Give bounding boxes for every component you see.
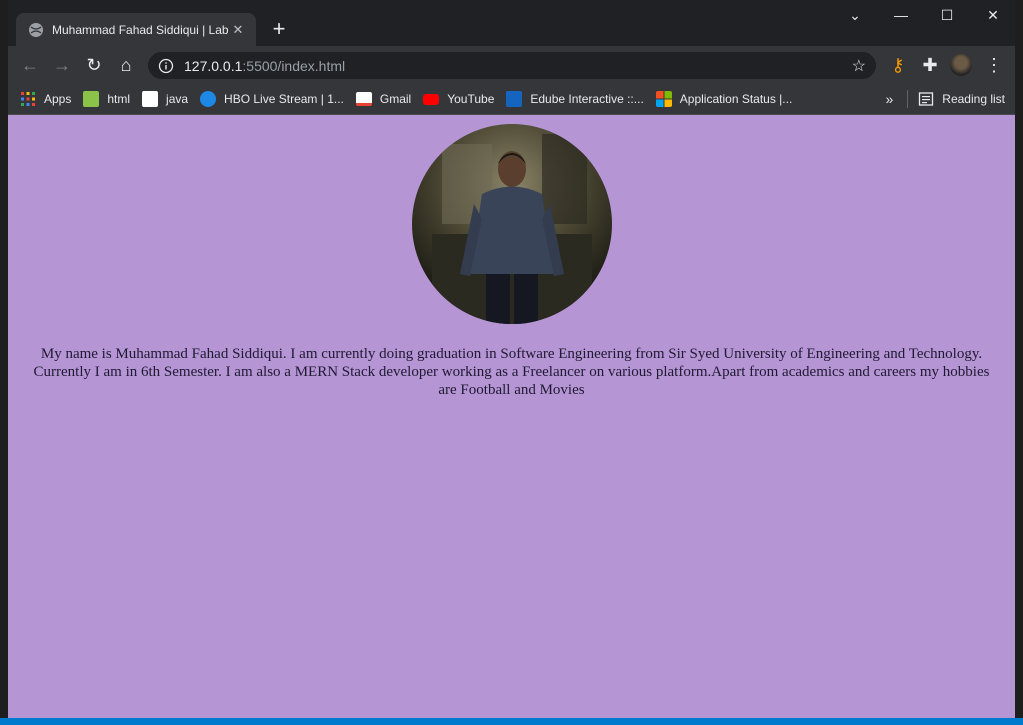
profile-avatar[interactable] <box>950 54 972 76</box>
address-url: 127.0.0.1:5500/index.html <box>184 58 345 74</box>
bio-text: My name is Muhammad Fahad Siddiqui. I am… <box>33 346 990 398</box>
editor-status-bar <box>0 718 1023 725</box>
youtube-icon <box>423 93 440 105</box>
bookmark-label: YouTube <box>447 92 495 106</box>
bookmarks-right: » Reading list <box>886 84 1005 114</box>
tab-close-icon[interactable]: ✕ <box>230 22 246 38</box>
bookmark-hbo[interactable]: HBO Live Stream | 1... <box>200 91 344 107</box>
bookmarks-bar: Apps html java HBO Live Stream | 1... Gm… <box>8 84 1015 115</box>
home-icon[interactable]: ⌂ <box>112 51 140 79</box>
bookmark-label: java <box>166 92 189 106</box>
profile-photo <box>412 124 612 324</box>
bookmark-label: Edube Interactive ::... <box>530 92 644 106</box>
minimize-button[interactable]: — <box>878 0 924 30</box>
address-bar[interactable]: 127.0.0.1:5500/index.html ☆ <box>148 52 876 79</box>
tab-search-icon[interactable]: ⌄ <box>832 0 878 30</box>
forward-icon[interactable]: → <box>48 51 76 79</box>
tab-title: Muhammad Fahad Siddiqui | Lab <box>52 22 229 37</box>
bookmark-gmail[interactable]: Gmail <box>355 92 412 106</box>
menu-kebab-icon[interactable]: ⋮ <box>980 51 1008 79</box>
maximize-button[interactable]: ☐ <box>924 0 970 30</box>
bookmark-youtube[interactable]: YouTube <box>423 92 494 106</box>
bookmark-label: html <box>107 92 131 106</box>
tab-active[interactable]: Muhammad Fahad Siddiqui | Lab ✕ <box>16 13 256 46</box>
edge-icon <box>200 91 217 107</box>
w3-icon <box>83 91 100 107</box>
tab-strip: Muhammad Fahad Siddiqui | Lab ✕ + ⌄ — ☐ … <box>8 0 1015 46</box>
apps-grid-icon <box>21 92 35 106</box>
extensions-puzzle-icon[interactable]: ✚ <box>916 51 944 79</box>
bookmark-edube[interactable]: Edube Interactive ::... <box>506 91 644 107</box>
toolbar: ← → ↻ ⌂ 127.0.0.1:5500/index.html ☆ ⚷ ✚ … <box>8 46 1015 84</box>
bookmark-apps[interactable]: Apps <box>20 91 71 107</box>
close-window-button[interactable]: ✕ <box>970 0 1015 30</box>
reading-list-icon <box>919 92 934 106</box>
address-path: :5500/index.html <box>242 57 346 74</box>
address-host: 127.0.0.1 <box>184 57 243 74</box>
browser-window: Muhammad Fahad Siddiqui | Lab ✕ + ⌄ — ☐ … <box>8 0 1015 718</box>
bookmark-label: Gmail <box>379 92 412 106</box>
globe-icon <box>29 22 43 37</box>
divider <box>907 90 909 108</box>
info-icon[interactable] <box>158 58 174 74</box>
microsoft-icon <box>655 91 672 107</box>
bookmark-label: HBO Live Stream | 1... <box>224 92 344 106</box>
edube-icon <box>506 91 523 107</box>
bookmark-java[interactable]: java <box>142 91 188 107</box>
new-tab-button[interactable]: + <box>266 17 292 43</box>
more-bookmarks-button[interactable]: » <box>886 91 894 107</box>
gmail-icon <box>355 92 372 106</box>
w3r-icon <box>142 91 159 107</box>
reload-icon[interactable]: ↻ <box>80 51 108 79</box>
back-icon[interactable]: ← <box>16 51 44 79</box>
bookmark-label: Apps <box>44 92 72 106</box>
bookmark-star-icon[interactable]: ☆ <box>852 56 866 76</box>
bookmark-application-status[interactable]: Application Status |... <box>655 91 793 107</box>
profile-photo-image <box>412 124 612 324</box>
bookmark-label: Application Status |... <box>679 92 793 106</box>
key-icon[interactable]: ⚷ <box>884 51 912 79</box>
page-content: My name is Muhammad Fahad Siddiqui. I am… <box>8 115 1015 718</box>
reading-list-button[interactable]: Reading list <box>942 92 1005 106</box>
bookmark-html[interactable]: html <box>83 91 130 107</box>
